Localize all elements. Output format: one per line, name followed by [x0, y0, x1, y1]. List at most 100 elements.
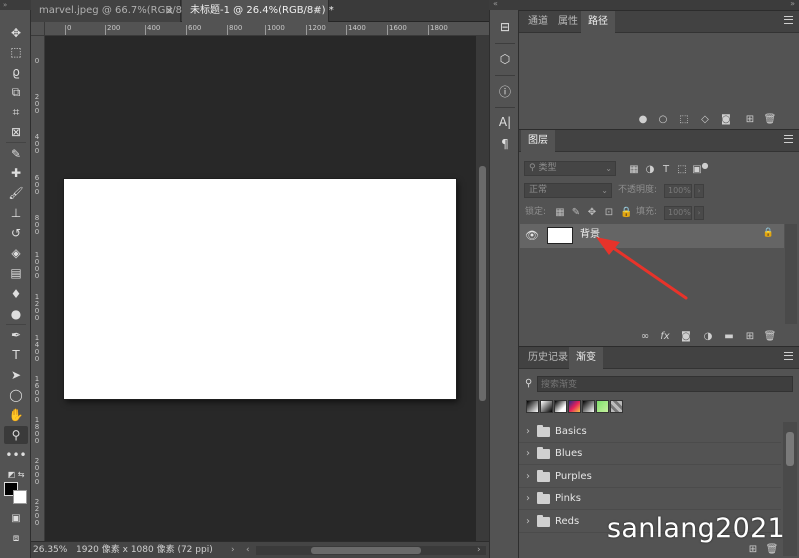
stroke-path-icon[interactable]: ○ [655, 111, 671, 127]
scrollbar-thumb[interactable] [479, 166, 486, 401]
lasso-tool-icon[interactable]: ϱ [4, 63, 28, 81]
background-color-swatch[interactable] [13, 490, 27, 504]
layers-scrollbar[interactable] [785, 224, 797, 324]
panel-menu-icon[interactable] [784, 135, 793, 143]
layer-thumbnail[interactable] [547, 227, 573, 244]
blend-mode-select[interactable]: 正常 ⌄ [524, 183, 612, 198]
tab-marvel[interactable]: marvel.jpeg @ 66.7%(RGB/8#) × [31, 0, 194, 22]
gradient-folder-basics[interactable]: › Basics [519, 421, 781, 443]
gradient-swatch[interactable] [610, 400, 623, 413]
frame-tool-icon[interactable]: ⊠ [4, 123, 28, 141]
panel-menu-icon[interactable] [784, 352, 793, 360]
ellipse-tool-icon[interactable]: ◯ [4, 386, 28, 404]
marquee-tool-icon[interactable]: ⬚ [4, 43, 28, 61]
object-select-tool-icon[interactable]: ⧉ [4, 83, 28, 101]
gradient-tool-icon[interactable]: ▤ [4, 264, 28, 282]
tab-untitled[interactable]: 未标题-1 @ 26.4%(RGB/8#) * × [182, 0, 334, 22]
trash-icon[interactable]: 🗑 [762, 328, 778, 344]
gradient-swatch[interactable] [582, 400, 595, 413]
gradient-folder-blues[interactable]: › Blues [519, 443, 781, 465]
tab-gradients[interactable]: 渐变 [569, 347, 603, 369]
expand-dock-icon[interactable]: » [790, 0, 795, 8]
add-mask-icon[interactable]: ◙ [718, 111, 734, 127]
gradient-swatch[interactable] [540, 400, 553, 413]
chevron-right-icon[interactable]: › [526, 511, 530, 533]
vertical-ruler[interactable]: 0 2 0 0 4 0 0 6 0 0 8 0 0 1 0 0 0 1 2 0 … [31, 36, 45, 541]
fill-field[interactable]: 100% [664, 206, 692, 220]
opacity-slider-toggle[interactable]: › [694, 184, 704, 198]
gradient-swatch[interactable] [596, 400, 609, 413]
gradient-search-input[interactable] [537, 376, 793, 392]
zoom-level[interactable]: 26.35% [33, 542, 73, 558]
history-brush-tool-icon[interactable]: ↺ [4, 224, 28, 242]
scroll-left-icon[interactable]: ‹ [246, 542, 250, 558]
adjustment-filter-icon[interactable]: ◑ [642, 161, 658, 177]
chevron-right-icon[interactable]: › [526, 488, 530, 510]
tab-channels[interactable]: 通道 [521, 11, 555, 33]
tab-properties[interactable]: 属性 [551, 11, 585, 33]
lock-transparent-icon[interactable]: ▦ [554, 205, 566, 220]
info-panel-icon[interactable]: ⓘ [494, 80, 516, 102]
panel-menu-icon[interactable] [784, 16, 793, 24]
opacity-field[interactable]: 100% [664, 184, 692, 198]
paragraph-panel-icon[interactable]: ¶ [494, 133, 516, 155]
collapse-dock-icon[interactable]: « [493, 0, 498, 8]
gradient-swatch[interactable] [554, 400, 567, 413]
close-icon[interactable]: × [313, 0, 322, 22]
chevron-right-icon[interactable]: › [526, 421, 530, 443]
gradient-swatch[interactable] [526, 400, 539, 413]
gradient-folder-purples[interactable]: › Purples [519, 466, 781, 488]
selection-as-path-icon[interactable]: ◇ [697, 111, 713, 127]
canvas-vertical-scrollbar[interactable] [476, 36, 489, 541]
healing-brush-tool-icon[interactable]: ✚ [4, 164, 28, 182]
filter-toggle-icon[interactable]: ● [697, 157, 713, 173]
document-canvas[interactable] [64, 179, 456, 399]
eyedropper-tool-icon[interactable]: ✎ [4, 145, 28, 163]
tab-layers[interactable]: 图层 [521, 130, 555, 152]
crop-tool-icon[interactable]: ⌗ [4, 103, 28, 121]
chevron-right-icon[interactable]: › [526, 466, 530, 488]
dock-grip[interactable]: « » [489, 0, 799, 10]
lock-image-icon[interactable]: ✎ [570, 205, 582, 220]
move-tool-icon[interactable]: ✥ [4, 24, 28, 42]
pen-tool-icon[interactable]: ✒ [4, 326, 28, 344]
screen-mode-icon[interactable]: ⧈ [4, 530, 28, 548]
brush-tool-icon[interactable]: 🖌 [4, 184, 28, 202]
shape-filter-icon[interactable]: ⬚ [674, 161, 690, 177]
zoom-tool-icon[interactable]: ⚲ [4, 426, 28, 444]
ruler-corner[interactable] [31, 22, 45, 36]
link-layers-icon[interactable]: ∞ [637, 328, 653, 344]
path-as-selection-icon[interactable]: ⬚ [676, 111, 692, 127]
character-panel-icon[interactable]: A| [494, 111, 516, 133]
tab-paths[interactable]: 路径 [581, 11, 615, 33]
eraser-tool-icon[interactable]: ◈ [4, 244, 28, 262]
chevron-right-icon[interactable]: › [526, 443, 530, 465]
type-tool-icon[interactable]: T [4, 346, 28, 364]
gradient-swatch[interactable] [568, 400, 581, 413]
lock-all-icon[interactable]: 🔒 [620, 205, 632, 220]
scrollbar-thumb[interactable] [311, 547, 421, 554]
add-layer-mask-icon[interactable]: ◙ [678, 328, 694, 344]
canvas-horizontal-scrollbar[interactable] [256, 546, 486, 555]
toolbar-grip[interactable]: » [0, 0, 31, 10]
scrollbar-thumb[interactable] [786, 432, 794, 466]
lock-artboard-icon[interactable]: ⊡ [603, 205, 615, 220]
libraries-panel-icon[interactable]: ⊟ [494, 16, 516, 38]
new-path-icon[interactable]: ⊞ [742, 111, 758, 127]
layer-kind-filter[interactable]: ⚲ 类型 ⌄ [524, 161, 616, 176]
tab-history[interactable]: 历史记录 [521, 347, 575, 369]
clone-stamp-tool-icon[interactable]: ⊥ [4, 204, 28, 222]
dodge-tool-icon[interactable]: ● [4, 305, 28, 323]
lock-icon[interactable]: 🔒 [763, 228, 774, 238]
trash-icon[interactable]: 🗑 [762, 111, 778, 127]
layer-name[interactable]: 背景 [580, 224, 600, 246]
hand-tool-icon[interactable]: ✋ [4, 406, 28, 424]
status-menu-chevron-icon[interactable]: › [231, 542, 235, 558]
layer-row-background[interactable]: 👁 背景 🔒 [520, 224, 784, 248]
blur-tool-icon[interactable]: ♦ [4, 285, 28, 303]
layer-style-icon[interactable]: fx [657, 328, 673, 344]
close-icon[interactable]: × [165, 0, 174, 22]
gradients-scrollbar[interactable] [783, 422, 797, 556]
new-layer-icon[interactable]: ⊞ [742, 328, 758, 344]
gradient-folder-pinks[interactable]: › Pinks [519, 488, 781, 510]
